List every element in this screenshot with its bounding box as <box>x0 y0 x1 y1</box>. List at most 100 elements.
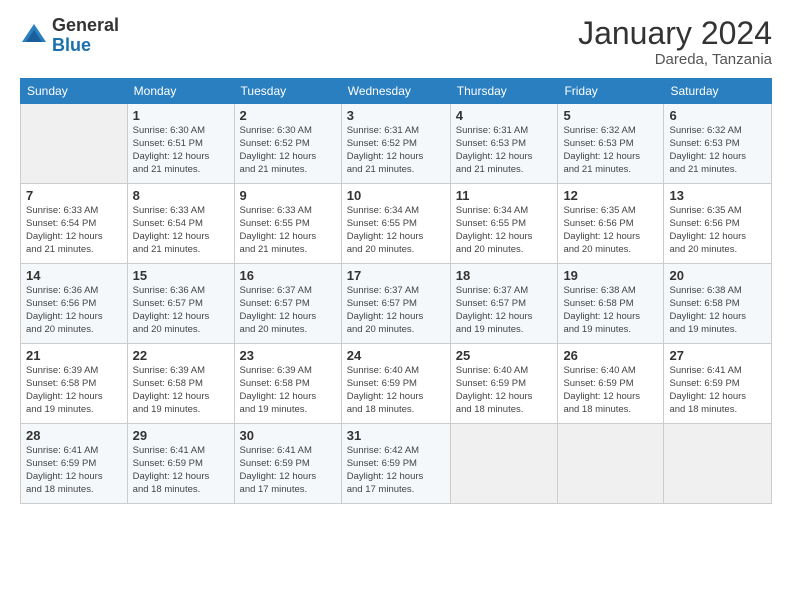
day-number: 6 <box>669 108 766 123</box>
calendar-cell <box>558 424 664 504</box>
calendar-cell: 1 Sunrise: 6:30 AM Sunset: 6:51 PM Daylig… <box>127 104 234 184</box>
calendar-cell: 3 Sunrise: 6:31 AM Sunset: 6:52 PM Daylig… <box>341 104 450 184</box>
day-info: Sunrise: 6:42 AM Sunset: 6:59 PM Dayligh… <box>347 445 445 496</box>
calendar-cell <box>21 104 128 184</box>
week-row-5: 28 Sunrise: 6:41 AM Sunset: 6:59 PM Dayli… <box>21 424 772 504</box>
header-day-sunday: Sunday <box>21 79 128 104</box>
calendar-cell: 25Sunrise: 6:40 AM Sunset: 6:59 PM Dayli… <box>450 344 558 424</box>
day-info: Sunrise: 6:41 AM Sunset: 6:59 PM Dayligh… <box>240 445 336 496</box>
day-info: Sunrise: 6:37 AM Sunset: 6:57 PM Dayligh… <box>240 285 336 336</box>
day-info: Sunrise: 6:41 AM Sunset: 6:59 PM Dayligh… <box>133 445 229 496</box>
day-info: Sunrise: 6:41 AM Sunset: 6:59 PM Dayligh… <box>669 365 766 416</box>
calendar-cell: 9 Sunrise: 6:33 AM Sunset: 6:55 PM Daylig… <box>234 184 341 264</box>
day-number: 27 <box>669 348 766 363</box>
day-number: 31 <box>347 428 445 443</box>
day-number: 5 <box>563 108 658 123</box>
day-number: 7 <box>26 188 122 203</box>
day-info: Sunrise: 6:30 AM Sunset: 6:52 PM Dayligh… <box>240 125 336 176</box>
calendar-cell: 15Sunrise: 6:36 AM Sunset: 6:57 PM Dayli… <box>127 264 234 344</box>
calendar-cell: 6Sunrise: 6:32 AM Sunset: 6:53 PM Daylig… <box>664 104 772 184</box>
day-number: 1 <box>133 108 229 123</box>
calendar-cell <box>664 424 772 504</box>
day-info: Sunrise: 6:39 AM Sunset: 6:58 PM Dayligh… <box>240 365 336 416</box>
day-info: Sunrise: 6:38 AM Sunset: 6:58 PM Dayligh… <box>563 285 658 336</box>
day-number: 25 <box>456 348 553 363</box>
day-info: Sunrise: 6:35 AM Sunset: 6:56 PM Dayligh… <box>669 205 766 256</box>
calendar-cell: 23 Sunrise: 6:39 AM Sunset: 6:58 PM Dayli… <box>234 344 341 424</box>
day-number: 21 <box>26 348 122 363</box>
day-number: 29 <box>133 428 229 443</box>
calendar-cell: 17Sunrise: 6:37 AM Sunset: 6:57 PM Dayli… <box>341 264 450 344</box>
day-info: Sunrise: 6:37 AM Sunset: 6:57 PM Dayligh… <box>456 285 553 336</box>
title-block: January 2024 Dareda, Tanzania <box>578 16 772 68</box>
day-number: 30 <box>240 428 336 443</box>
week-row-3: 14 Sunrise: 6:36 AM Sunset: 6:56 PM Dayli… <box>21 264 772 344</box>
day-number: 19 <box>563 268 658 283</box>
calendar-cell: 16 Sunrise: 6:37 AM Sunset: 6:57 PM Dayli… <box>234 264 341 344</box>
day-number: 14 <box>26 268 122 283</box>
day-number: 10 <box>347 188 445 203</box>
day-info: Sunrise: 6:30 AM Sunset: 6:51 PM Dayligh… <box>133 125 229 176</box>
day-info: Sunrise: 6:32 AM Sunset: 6:53 PM Dayligh… <box>563 125 658 176</box>
header-day-tuesday: Tuesday <box>234 79 341 104</box>
day-info: Sunrise: 6:34 AM Sunset: 6:55 PM Dayligh… <box>456 205 553 256</box>
header-day-thursday: Thursday <box>450 79 558 104</box>
day-number: 17 <box>347 268 445 283</box>
day-number: 11 <box>456 188 553 203</box>
header: General Blue January 2024 Dareda, Tanzan… <box>20 16 772 68</box>
calendar-cell: 11 Sunrise: 6:34 AM Sunset: 6:55 PM Dayli… <box>450 184 558 264</box>
calendar-cell: 13Sunrise: 6:35 AM Sunset: 6:56 PM Dayli… <box>664 184 772 264</box>
calendar-cell: 29 Sunrise: 6:41 AM Sunset: 6:59 PM Dayli… <box>127 424 234 504</box>
day-number: 16 <box>240 268 336 283</box>
day-number: 22 <box>133 348 229 363</box>
week-row-4: 21 Sunrise: 6:39 AM Sunset: 6:58 PM Dayli… <box>21 344 772 424</box>
day-info: Sunrise: 6:39 AM Sunset: 6:58 PM Dayligh… <box>26 365 122 416</box>
calendar-cell: 26 Sunrise: 6:40 AM Sunset: 6:59 PM Dayli… <box>558 344 664 424</box>
day-info: Sunrise: 6:36 AM Sunset: 6:57 PM Dayligh… <box>133 285 229 336</box>
calendar-cell: 30 Sunrise: 6:41 AM Sunset: 6:59 PM Dayli… <box>234 424 341 504</box>
calendar-cell: 27 Sunrise: 6:41 AM Sunset: 6:59 PM Dayli… <box>664 344 772 424</box>
day-number: 24 <box>347 348 445 363</box>
header-day-wednesday: Wednesday <box>341 79 450 104</box>
day-number: 2 <box>240 108 336 123</box>
day-info: Sunrise: 6:40 AM Sunset: 6:59 PM Dayligh… <box>347 365 445 416</box>
logo-general-text: General <box>52 16 119 36</box>
day-info: Sunrise: 6:33 AM Sunset: 6:55 PM Dayligh… <box>240 205 336 256</box>
header-row: SundayMondayTuesdayWednesdayThursdayFrid… <box>21 79 772 104</box>
day-number: 4 <box>456 108 553 123</box>
day-number: 28 <box>26 428 122 443</box>
header-day-friday: Friday <box>558 79 664 104</box>
day-info: Sunrise: 6:40 AM Sunset: 6:59 PM Dayligh… <box>563 365 658 416</box>
calendar-table: SundayMondayTuesdayWednesdayThursdayFrid… <box>20 78 772 504</box>
day-number: 23 <box>240 348 336 363</box>
day-info: Sunrise: 6:34 AM Sunset: 6:55 PM Dayligh… <box>347 205 445 256</box>
day-number: 20 <box>669 268 766 283</box>
week-row-1: 1 Sunrise: 6:30 AM Sunset: 6:51 PM Daylig… <box>21 104 772 184</box>
logo: General Blue <box>20 16 119 56</box>
calendar-cell: 4 Sunrise: 6:31 AM Sunset: 6:53 PM Daylig… <box>450 104 558 184</box>
calendar-body: 1 Sunrise: 6:30 AM Sunset: 6:51 PM Daylig… <box>21 104 772 504</box>
calendar-cell: 12 Sunrise: 6:35 AM Sunset: 6:56 PM Dayli… <box>558 184 664 264</box>
calendar-cell <box>450 424 558 504</box>
day-info: Sunrise: 6:31 AM Sunset: 6:53 PM Dayligh… <box>456 125 553 176</box>
day-number: 8 <box>133 188 229 203</box>
calendar-cell: 5 Sunrise: 6:32 AM Sunset: 6:53 PM Daylig… <box>558 104 664 184</box>
day-number: 12 <box>563 188 658 203</box>
page: General Blue January 2024 Dareda, Tanzan… <box>0 0 792 612</box>
day-info: Sunrise: 6:31 AM Sunset: 6:52 PM Dayligh… <box>347 125 445 176</box>
day-number: 3 <box>347 108 445 123</box>
day-number: 9 <box>240 188 336 203</box>
day-info: Sunrise: 6:35 AM Sunset: 6:56 PM Dayligh… <box>563 205 658 256</box>
calendar-cell: 10 Sunrise: 6:34 AM Sunset: 6:55 PM Dayli… <box>341 184 450 264</box>
calendar-cell: 2 Sunrise: 6:30 AM Sunset: 6:52 PM Daylig… <box>234 104 341 184</box>
calendar-cell: 21 Sunrise: 6:39 AM Sunset: 6:58 PM Dayli… <box>21 344 128 424</box>
logo-icon <box>20 22 48 50</box>
header-day-saturday: Saturday <box>664 79 772 104</box>
calendar-cell: 18Sunrise: 6:37 AM Sunset: 6:57 PM Dayli… <box>450 264 558 344</box>
day-info: Sunrise: 6:36 AM Sunset: 6:56 PM Dayligh… <box>26 285 122 336</box>
calendar-cell: 20Sunrise: 6:38 AM Sunset: 6:58 PM Dayli… <box>664 264 772 344</box>
logo-blue-text: Blue <box>52 36 119 56</box>
day-number: 26 <box>563 348 658 363</box>
calendar-cell: 24 Sunrise: 6:40 AM Sunset: 6:59 PM Dayli… <box>341 344 450 424</box>
day-info: Sunrise: 6:33 AM Sunset: 6:54 PM Dayligh… <box>26 205 122 256</box>
